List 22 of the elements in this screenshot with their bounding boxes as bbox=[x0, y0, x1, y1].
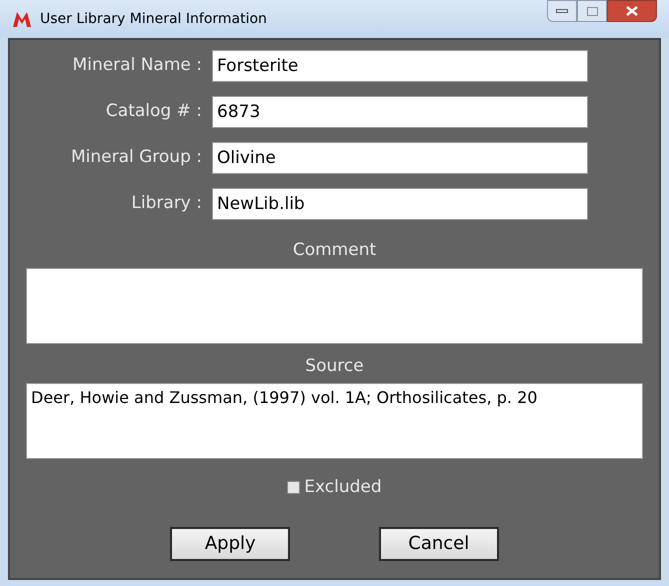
minimize-button[interactable] bbox=[547, 0, 577, 22]
excluded-label: Excluded bbox=[304, 476, 382, 499]
comment-field[interactable] bbox=[26, 268, 643, 344]
comment-label: Comment bbox=[292, 239, 378, 262]
field-label: Mineral Group : bbox=[70, 146, 202, 170]
app-logo-icon bbox=[12, 10, 32, 28]
input-field[interactable]: Forsterite bbox=[212, 50, 588, 82]
window-title: User Library Mineral Information bbox=[40, 10, 267, 28]
apply-button[interactable]: Apply bbox=[170, 526, 290, 560]
source-label: Source bbox=[304, 354, 365, 378]
close-button[interactable] bbox=[607, 0, 657, 22]
input-field[interactable]: NewLib.lib bbox=[212, 188, 588, 220]
input-field[interactable]: Olivine bbox=[212, 142, 588, 174]
maximize-button[interactable] bbox=[577, 0, 607, 22]
field-label: Library : bbox=[130, 192, 202, 216]
cancel-button[interactable]: Cancel bbox=[378, 526, 499, 560]
close-icon bbox=[626, 6, 638, 16]
input-field[interactable]: 6873 bbox=[212, 96, 588, 128]
field-label: Mineral Name : bbox=[72, 54, 202, 78]
source-field[interactable]: Deer, Howie and Zussman, (1997) vol. 1A; Orthosilicates, p. 20 bbox=[26, 383, 643, 459]
excluded-checkbox[interactable] bbox=[287, 481, 300, 494]
field-label: Catalog # : bbox=[104, 100, 202, 124]
